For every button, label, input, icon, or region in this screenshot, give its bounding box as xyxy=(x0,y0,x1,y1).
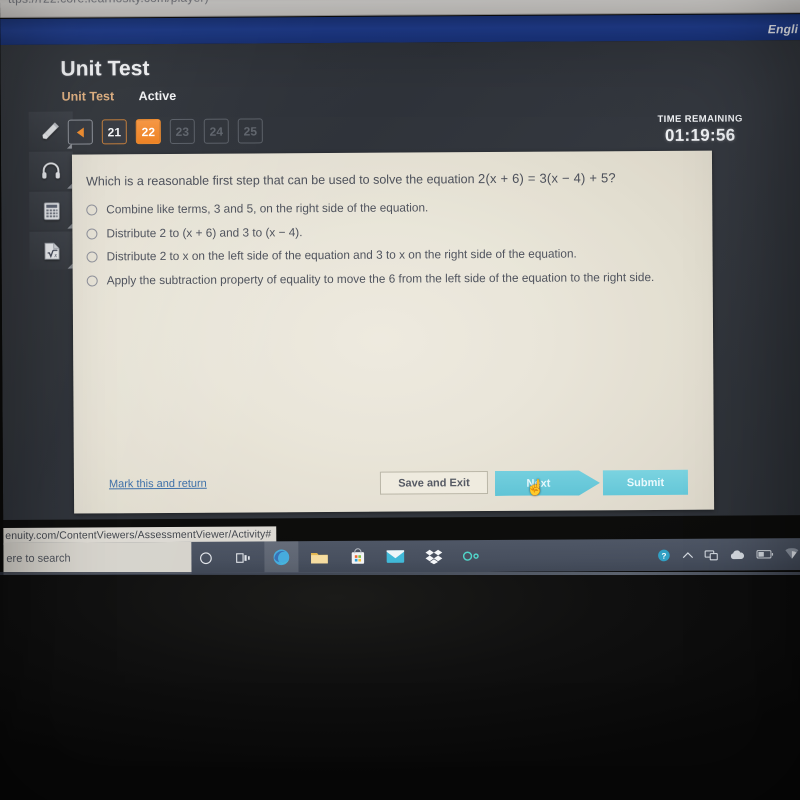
answer-option-d[interactable]: Apply the subtraction property of equali… xyxy=(86,270,701,288)
text-to-speech-button[interactable] xyxy=(28,151,74,190)
radio-button-b[interactable] xyxy=(86,228,98,240)
question-text: Which is a reasonable first step that ca… xyxy=(86,170,696,191)
highlighter-icon xyxy=(42,122,59,140)
folder-icon xyxy=(311,552,328,563)
answer-option-b[interactable]: Distribute 2 to (x + 6) and 3 to (x − 4)… xyxy=(86,222,700,240)
monitor-bezel xyxy=(0,575,800,800)
breadcrumb: Unit Test Active xyxy=(62,89,177,104)
search-input[interactable]: ere to search xyxy=(3,553,70,565)
wifi-icon[interactable] xyxy=(784,548,799,560)
answer-option-c[interactable]: Distribute 2 to x on the left side of th… xyxy=(86,246,701,264)
task-view-icon[interactable] xyxy=(233,547,253,567)
answer-option-c-label: Distribute 2 to x on the left side of th… xyxy=(106,246,577,264)
browser-toolbar-icons[interactable]: ↻ ↗ xyxy=(726,0,792,3)
calculator-icon xyxy=(43,201,60,220)
pager-previous-button[interactable] xyxy=(67,119,93,145)
edge-logo-icon xyxy=(273,549,290,566)
language-selector[interactable]: Engli xyxy=(768,22,798,36)
onedrive-cloud-icon[interactable] xyxy=(729,549,745,560)
dropbox-logo-icon xyxy=(424,549,442,565)
display-icon[interactable] xyxy=(704,548,718,561)
pager-question-25[interactable]: 25 xyxy=(237,118,263,144)
answer-option-a-label: Combine like terms, 3 and 5, on the righ… xyxy=(106,200,429,217)
timer: TIME REMAINING 01:19:56 xyxy=(657,113,742,146)
answer-option-d-label: Apply the subtraction property of equali… xyxy=(106,270,655,288)
answer-option-a[interactable]: Combine like terms, 3 and 5, on the righ… xyxy=(86,199,700,217)
pager-question-21[interactable]: 21 xyxy=(101,119,127,145)
card-footer: Mark this and return Save and Exit Next … xyxy=(74,458,714,514)
chevron-up-icon[interactable] xyxy=(682,550,694,559)
microsoft-store-icon[interactable] xyxy=(347,547,367,567)
breadcrumb-test-name[interactable]: Unit Test xyxy=(62,89,115,103)
screen-area: ttps://r22.core.learnosity.com/player) ↻… xyxy=(0,0,800,575)
formula-sheet-button[interactable]: x xyxy=(29,231,74,270)
radio-button-d[interactable] xyxy=(86,275,98,287)
taskbar-icons xyxy=(195,540,481,574)
svg-text:?: ? xyxy=(661,551,666,560)
calculator-tool-button[interactable] xyxy=(29,191,74,230)
envelope-icon xyxy=(386,550,405,563)
question-prompt: Which is a reasonable first step that ca… xyxy=(86,172,475,189)
formula-icon: x xyxy=(44,242,60,260)
infinity-icon xyxy=(462,551,479,561)
help-icon[interactable]: ? xyxy=(656,547,671,562)
highlighter-tool-button[interactable] xyxy=(28,111,73,150)
file-explorer-icon[interactable] xyxy=(309,547,329,567)
submit-button[interactable]: Submit xyxy=(602,469,689,496)
link-infinity-icon[interactable] xyxy=(461,546,481,566)
radio-button-a[interactable] xyxy=(86,204,98,216)
battery-icon[interactable] xyxy=(756,549,774,559)
cortana-icon[interactable] xyxy=(195,548,215,568)
page-title: Unit Test xyxy=(60,57,150,81)
system-tray: ? xyxy=(656,538,799,571)
pager-question-22[interactable]: 22 xyxy=(135,119,161,145)
save-and-exit-button[interactable]: Save and Exit xyxy=(379,471,489,495)
timer-value: 01:19:56 xyxy=(664,125,736,145)
task-view-panes-icon xyxy=(236,552,250,563)
answer-option-b-label: Distribute 2 to (x + 6) and 3 to (x − 4)… xyxy=(106,224,303,241)
monitor-photo: ttps://r22.core.learnosity.com/player) ↻… xyxy=(0,0,800,800)
answer-options: Combine like terms, 3 and 5, on the righ… xyxy=(86,199,701,298)
question-pager: 21 22 23 24 25 xyxy=(67,118,263,145)
taskbar-search-box[interactable]: ere to search xyxy=(3,541,192,575)
pager-question-23[interactable]: 23 xyxy=(169,118,195,144)
pager-question-24[interactable]: 24 xyxy=(203,118,229,144)
svg-text:x: x xyxy=(53,253,57,259)
next-button[interactable]: Next xyxy=(495,470,600,496)
headphones-icon xyxy=(42,162,60,179)
radio-button-c[interactable] xyxy=(86,251,98,263)
question-card: Which is a reasonable first step that ca… xyxy=(71,150,715,514)
timer-label: TIME REMAINING xyxy=(657,113,743,125)
store-bag-icon xyxy=(351,548,364,564)
question-equation: 2(x + 6) = 3(x − 4) + 5? xyxy=(477,170,616,187)
status-badge: Active xyxy=(138,88,177,104)
mark-this-and-return-link[interactable]: Mark this and return xyxy=(109,478,207,491)
mail-icon[interactable] xyxy=(385,547,405,567)
left-arrow-icon xyxy=(76,126,84,138)
cortana-circle-icon xyxy=(199,551,212,564)
dropbox-icon[interactable] xyxy=(423,546,443,566)
edge-browser-icon[interactable] xyxy=(271,547,291,567)
